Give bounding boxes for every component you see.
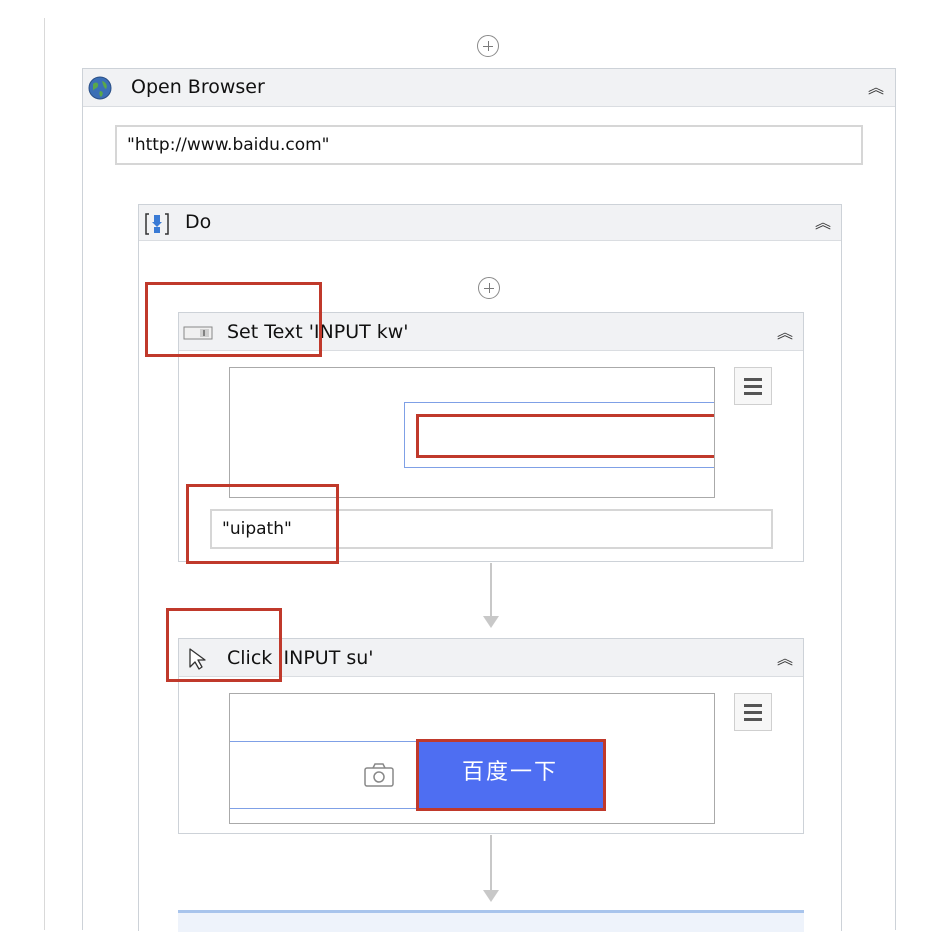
set-text-options-menu-icon[interactable]	[734, 367, 772, 405]
add-activity-top-icon[interactable]	[477, 35, 499, 57]
set-text-target-preview[interactable]	[229, 367, 715, 498]
click-options-menu-icon[interactable]	[734, 693, 772, 731]
next-activity-partial[interactable]	[178, 910, 804, 932]
collapse-open-browser-icon[interactable]: ︽	[867, 80, 885, 96]
connector-line	[490, 563, 492, 617]
do-header[interactable]: Do ︽	[139, 205, 841, 241]
camera-icon	[364, 763, 394, 787]
designer-left-border	[44, 18, 45, 930]
annotation-click-icon-highlight	[166, 608, 282, 682]
annotation-uipath-value-highlight	[186, 484, 339, 564]
do-title: Do	[185, 211, 212, 233]
sequence-do-icon	[145, 213, 169, 235]
connector-line	[490, 835, 492, 891]
click-target-preview[interactable]: 百度一下	[229, 693, 715, 824]
preview-target-highlight	[416, 739, 606, 811]
open-browser-title: Open Browser	[131, 76, 265, 98]
globe-icon	[88, 76, 112, 100]
open-browser-header[interactable]: Open Browser ︽	[83, 69, 895, 107]
collapse-set-text-icon[interactable]: ︽	[776, 325, 794, 341]
collapse-do-icon[interactable]: ︽	[814, 215, 832, 231]
connector-arrow-icon	[483, 616, 499, 628]
url-field[interactable]: "http://www.baidu.com"	[115, 125, 863, 165]
add-activity-in-do-icon[interactable]	[478, 277, 500, 299]
preview-target-highlight	[416, 414, 714, 458]
connector-arrow-icon	[483, 890, 499, 902]
annotation-set-text-icon-highlight	[145, 282, 322, 357]
collapse-click-icon[interactable]: ︽	[776, 651, 794, 667]
